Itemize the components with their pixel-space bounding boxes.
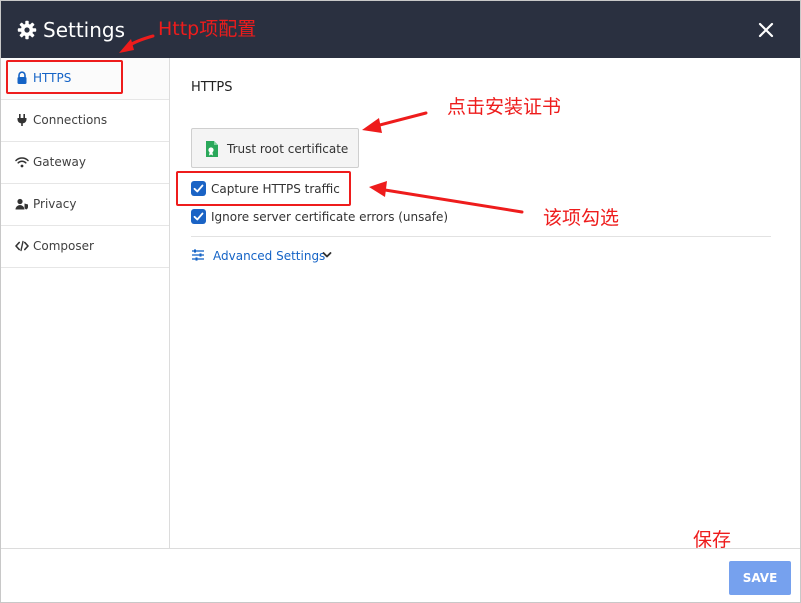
plug-icon — [17, 114, 27, 126]
ignore-errors-checkbox[interactable] — [191, 209, 206, 224]
sliders-icon — [192, 249, 204, 261]
section-title: HTTPS — [191, 80, 233, 95]
chevron-down-icon — [322, 252, 332, 258]
close-icon[interactable] — [755, 19, 777, 41]
title-bar: Settings — [1, 1, 800, 58]
sidebar-item-label: Gateway — [33, 155, 87, 169]
settings-sidebar: HTTPS Connections Gateway Privacy Compos… — [1, 58, 170, 548]
sidebar-item-label: HTTPS — [33, 71, 72, 85]
sidebar-item-gateway[interactable]: Gateway — [1, 142, 169, 184]
trust-button-label: Trust root certificate — [227, 142, 349, 156]
wifi-icon — [15, 157, 29, 168]
sidebar-item-label: Connections — [33, 113, 108, 127]
capture-https-checkbox[interactable] — [191, 181, 206, 196]
certificate-icon — [206, 141, 218, 157]
annotation-check-this: 该项勾选 — [543, 207, 620, 229]
capture-https-label: Capture HTTPS traffic — [211, 182, 340, 196]
annotation-save: 保存 — [693, 529, 732, 551]
annotation-install-cert: 点击安装证书 — [447, 96, 562, 118]
gear-icon — [17, 20, 37, 40]
user-shield-icon — [15, 198, 29, 210]
checkmark-icon — [193, 212, 204, 221]
ignore-errors-checkbox-row[interactable]: Ignore server certificate errors (unsafe… — [191, 208, 448, 226]
sidebar-item-privacy[interactable]: Privacy — [1, 184, 169, 226]
divider — [191, 236, 771, 237]
advanced-settings-toggle[interactable]: Advanced Settings — [191, 247, 351, 265]
sidebar-item-label: Composer — [33, 239, 94, 253]
checkmark-icon — [193, 184, 204, 193]
trust-root-certificate-button[interactable]: Trust root certificate — [191, 128, 359, 168]
ignore-errors-label: Ignore server certificate errors (unsafe… — [211, 210, 449, 224]
dialog-footer: SAVE — [1, 548, 800, 602]
sidebar-item-connections[interactable]: Connections — [1, 100, 169, 142]
settings-content: HTTPS Trust root certificate Capture HTT… — [171, 58, 800, 548]
capture-https-checkbox-row[interactable]: Capture HTTPS traffic — [191, 180, 341, 198]
sidebar-item-label: Privacy — [33, 197, 77, 211]
lock-icon — [17, 71, 27, 84]
save-button[interactable]: SAVE — [729, 561, 791, 595]
annotation-http-config: Http项配置 — [158, 18, 257, 40]
sidebar-item-https[interactable]: HTTPS — [1, 58, 169, 100]
settings-dialog: Settings HTTPS Connections Gateway Priva… — [0, 0, 801, 603]
dialog-title: Settings — [43, 18, 126, 42]
code-icon — [15, 240, 29, 252]
advanced-settings-label: Advanced Settings — [213, 249, 326, 263]
sidebar-item-composer[interactable]: Composer — [1, 226, 169, 268]
